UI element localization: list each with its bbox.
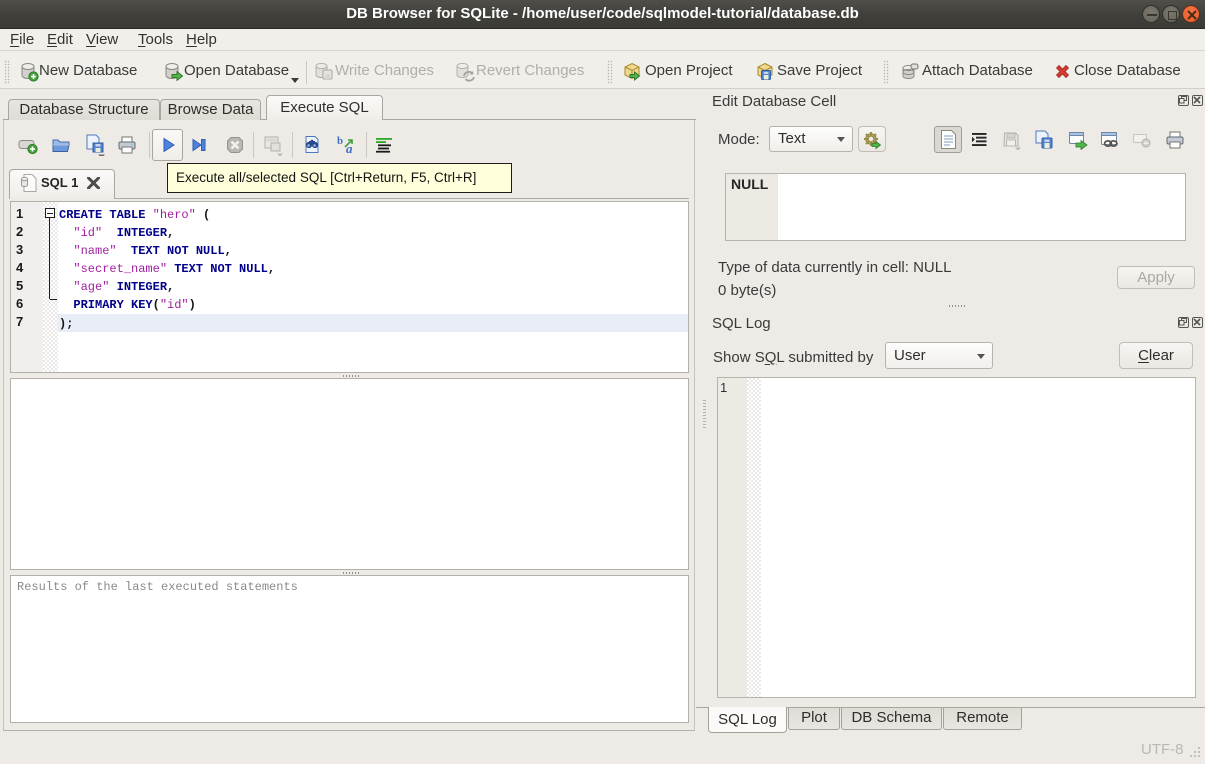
svg-text:b: b bbox=[337, 135, 343, 147]
